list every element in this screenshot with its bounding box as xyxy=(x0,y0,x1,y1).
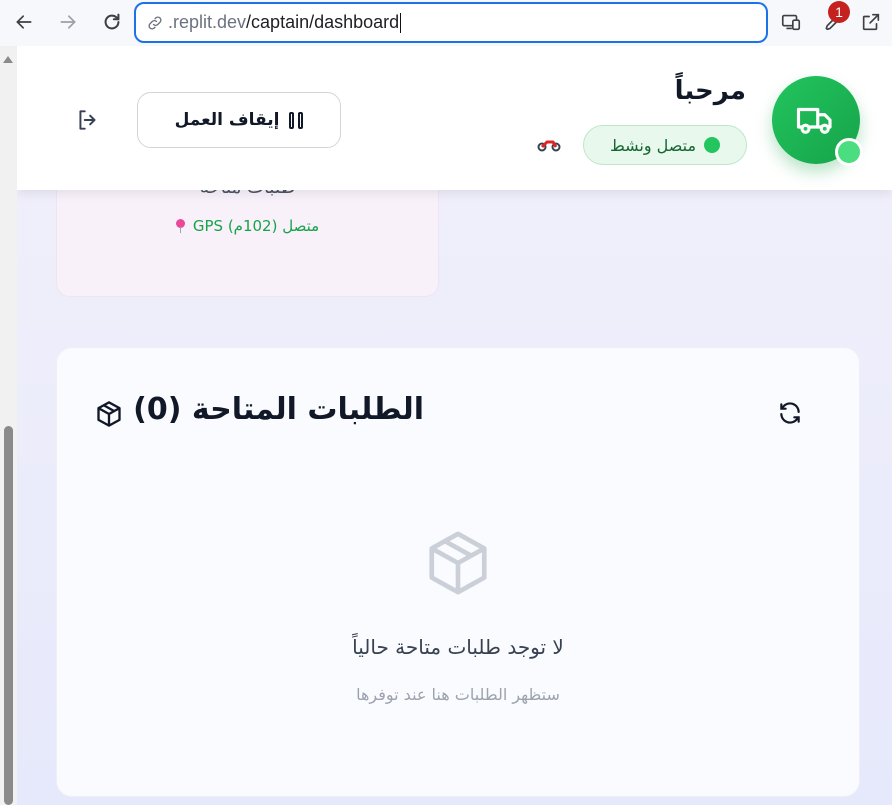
browser-toolbar: .replit.dev/captain/dashboard 1 xyxy=(0,0,892,46)
scrollbar-thumb[interactable] xyxy=(4,426,13,805)
cast-button[interactable] xyxy=(776,7,806,37)
scrollbar[interactable] xyxy=(0,46,17,805)
refresh-button[interactable] xyxy=(777,400,803,426)
map-pin-icon xyxy=(175,218,185,233)
text-caret xyxy=(400,13,402,34)
captain-header: مرحباً متصل ونشط إيقاف العمل xyxy=(17,46,892,190)
status-text: متصل ونشط xyxy=(609,135,697,155)
devices-icon xyxy=(781,14,801,31)
online-indicator xyxy=(835,138,863,166)
available-orders-card: الطلبات المتاحة (0) لا توجد طلبات متاحة … xyxy=(56,347,860,797)
dashboard-page: طلبات متاحة متصل (102م) GPS مرحباً متصل … xyxy=(17,46,892,805)
notification-badge: 1 xyxy=(828,1,850,23)
url-domain: .replit.dev xyxy=(168,11,247,32)
truck-icon xyxy=(796,107,832,134)
reload-button[interactable] xyxy=(96,6,128,38)
status-badge: متصل ونشط xyxy=(583,125,747,165)
address-bar[interactable]: .replit.dev/captain/dashboard xyxy=(134,2,768,43)
empty-state-title: لا توجد طلبات متاحة حالياً xyxy=(352,635,564,659)
reload-icon xyxy=(104,13,120,30)
url-text: .replit.dev/captain/dashboard xyxy=(168,11,402,34)
scroll-up-arrow[interactable] xyxy=(3,56,13,63)
gps-status: متصل (102م) GPS xyxy=(57,217,438,235)
external-link-icon xyxy=(862,13,880,31)
package-icon xyxy=(95,400,123,432)
arrow-left-icon xyxy=(16,15,32,29)
gps-status-text: متصل (102م) GPS xyxy=(192,217,320,235)
logout-icon xyxy=(79,110,96,130)
open-external-button[interactable] xyxy=(856,7,886,37)
welcome-title: مرحباً xyxy=(674,76,746,106)
motorcycle-icon xyxy=(537,135,561,158)
logout-button[interactable] xyxy=(75,107,101,133)
forward-button[interactable] xyxy=(52,6,84,38)
empty-state-subtitle: ستظهر الطلبات هنا عند توفرها xyxy=(356,685,560,704)
orders-title-text: الطلبات المتاحة (0) xyxy=(133,392,424,427)
refresh-icon xyxy=(780,402,800,424)
link-icon xyxy=(148,15,162,30)
status-dot xyxy=(704,137,721,153)
arrow-right-icon xyxy=(60,15,76,29)
stop-work-label: إيقاف العمل xyxy=(174,110,280,130)
orders-title: الطلبات المتاحة (0) xyxy=(133,392,424,427)
stop-work-button[interactable]: إيقاف العمل xyxy=(137,92,341,148)
back-button[interactable] xyxy=(8,6,40,38)
pause-icon xyxy=(289,111,304,129)
empty-package-icon xyxy=(423,528,493,602)
url-path: /captain/dashboard xyxy=(246,11,400,32)
